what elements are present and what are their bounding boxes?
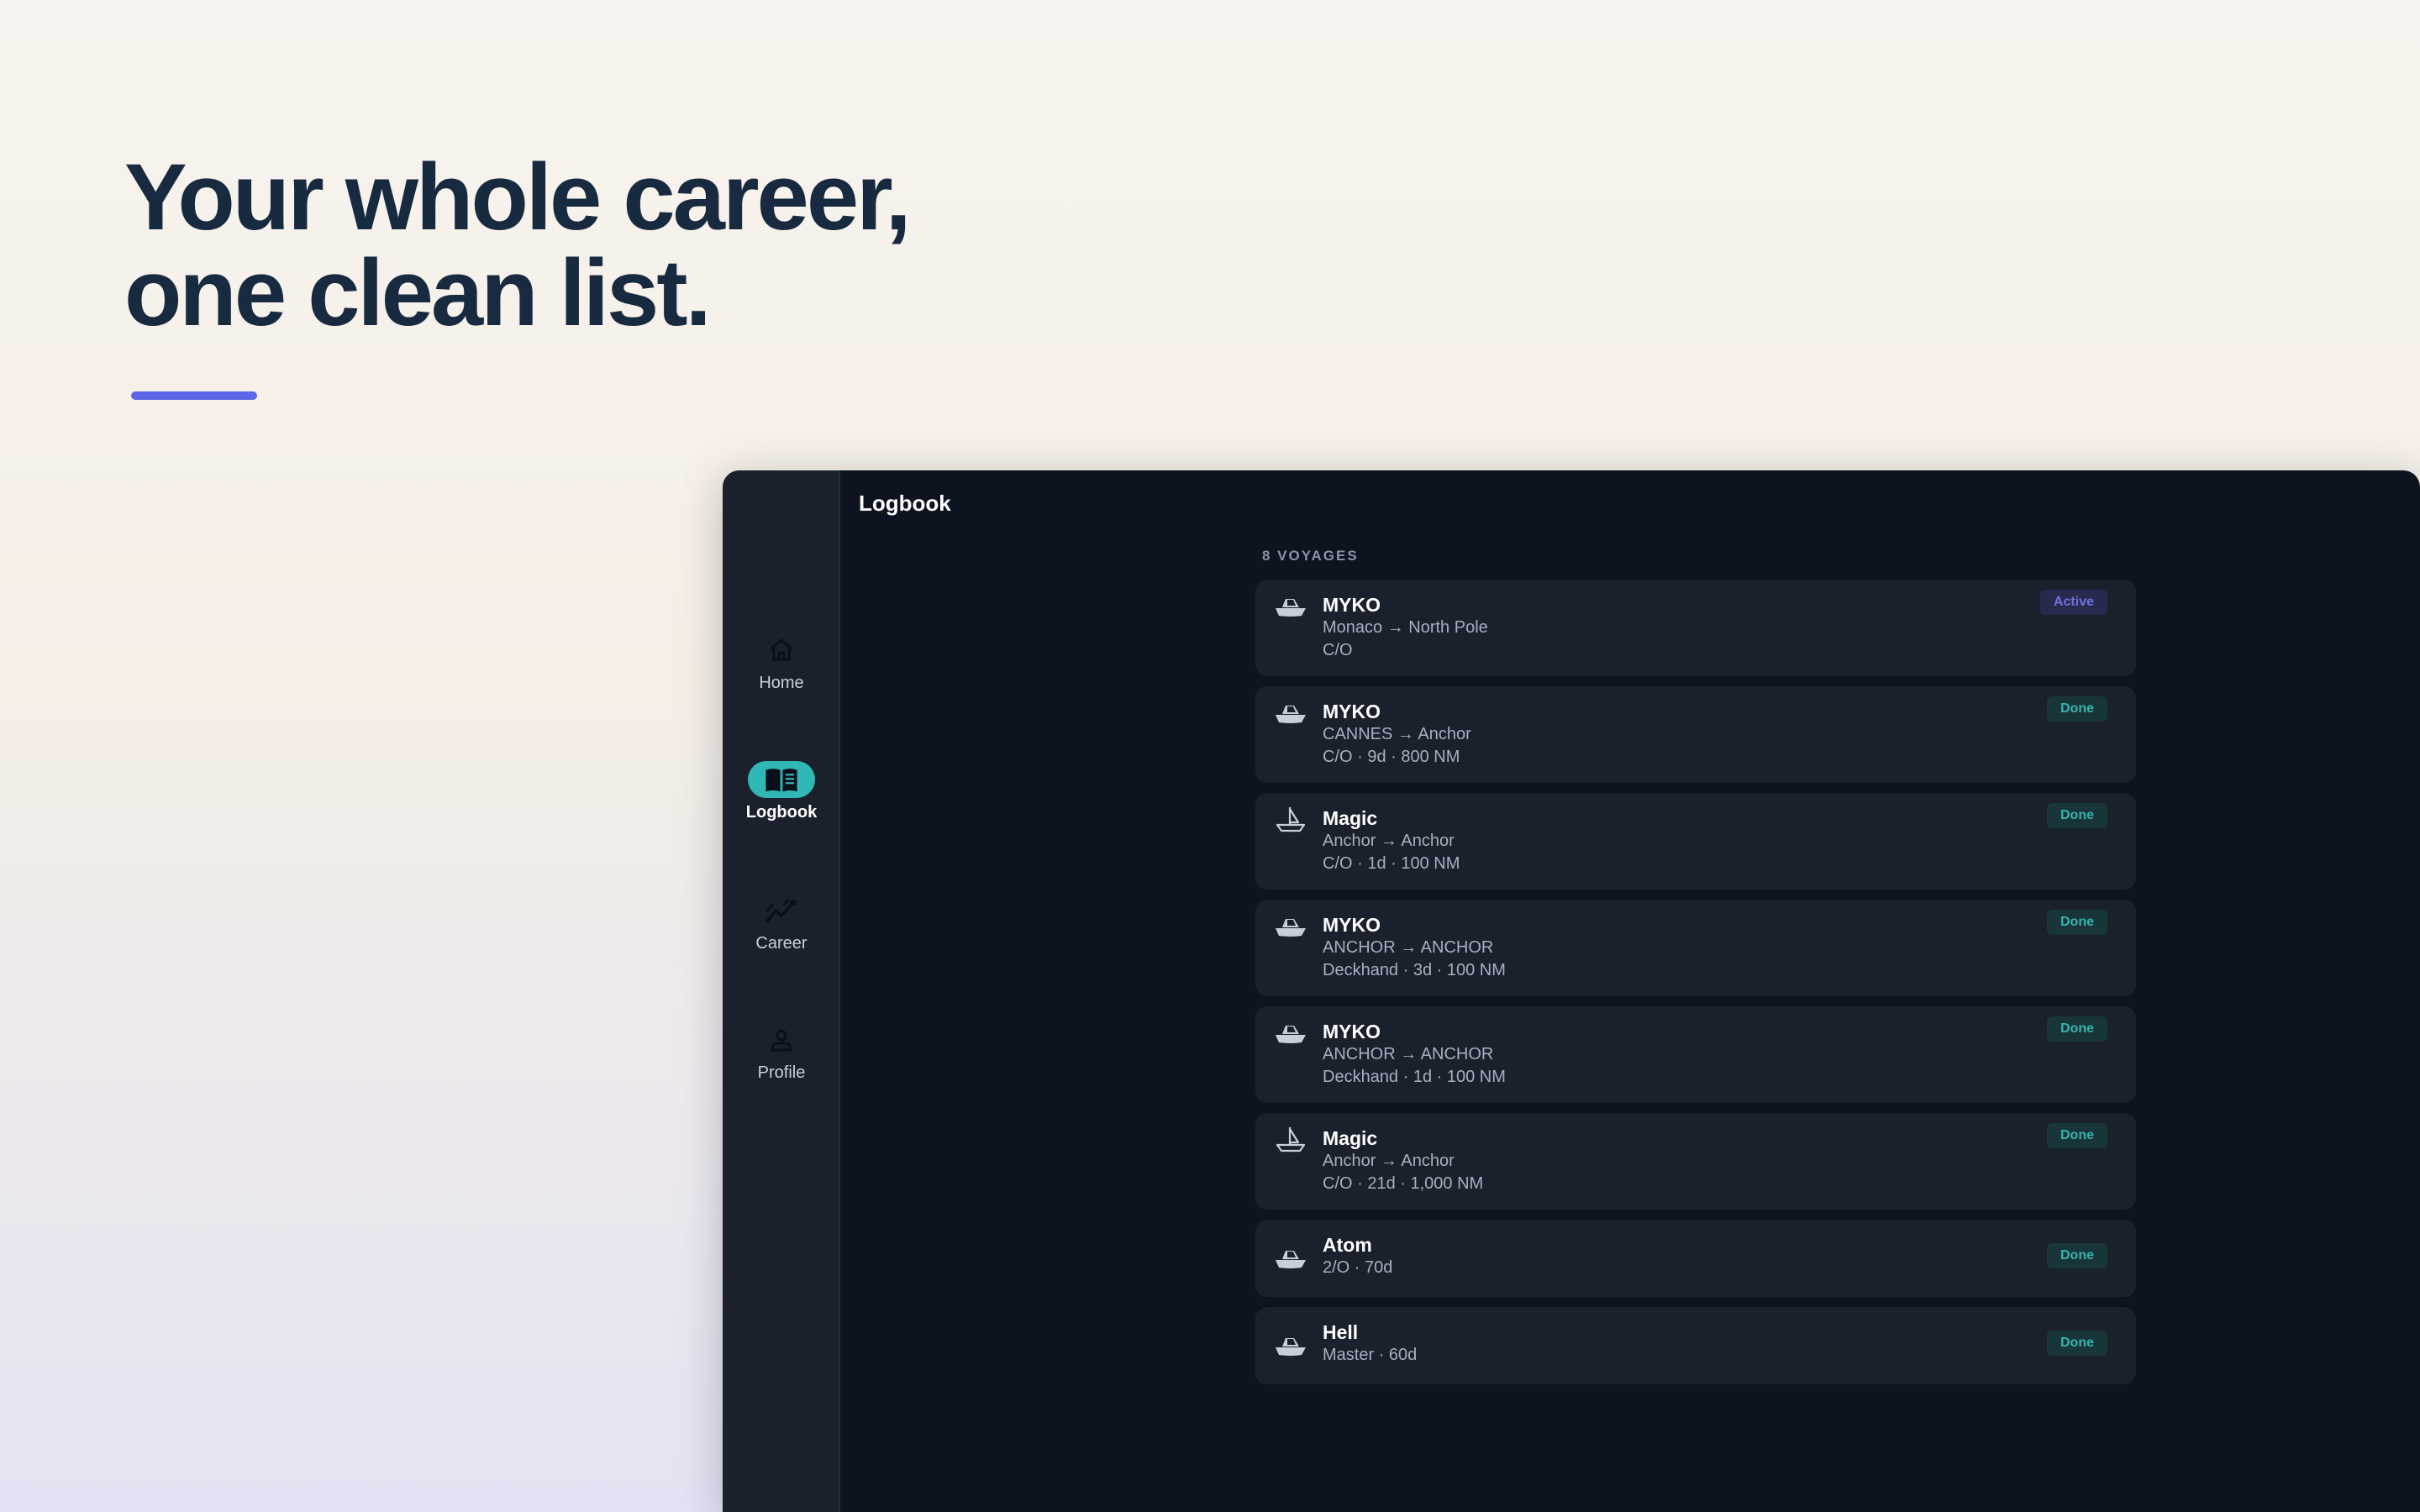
status-badge: Done [2047,910,2107,935]
hero-title-line-2: one clean list. [124,240,712,345]
hero-accent-underline [131,391,257,400]
voyage-vessel-name: MYKO [1323,594,1381,616]
voyage-vessel-name: MYKO [1323,914,1381,936]
nav-label-home: Home [759,674,804,692]
list-item[interactable]: Magic Anchor → Anchor C/O · 1d · 100 NM … [1255,793,2136,890]
voyage-details: 2/O · 70d [1323,1258,1393,1277]
list-item[interactable]: MYKO CANNES → Anchor C/O · 9d · 800 NM D… [1255,686,2136,783]
voyage-route: CANNES → Anchor [1323,725,1471,743]
voyage-route: Anchor → Anchor [1323,1152,1455,1170]
voyage-vessel-name: MYKO [1323,1021,1381,1042]
voyage-vessel-name: Magic [1323,1127,1378,1149]
status-badge: Done [2047,803,2107,828]
voyage-details: C/O [1323,641,1353,659]
motor-yacht-icon [1276,706,1306,723]
nav-label-profile: Profile [757,1063,806,1082]
chart-trend-icon [748,892,815,929]
list-item[interactable]: Hell Master · 60d Done [1255,1307,2136,1384]
voyage-vessel-name: Hell [1323,1321,1359,1343]
voyage-vessel-name: Atom [1323,1234,1372,1256]
sailboat-icon [1276,1127,1306,1152]
sidebar-nav: Home Logbook Career Profile [723,470,840,1512]
nav-item-career[interactable]: Career [723,892,840,953]
voyage-route: ANCHOR → ANCHOR [1323,1045,1494,1063]
hero-title: Your whole career, one clean list. [124,150,1049,341]
voyage-details: Deckhand · 3d · 100 NM [1323,961,1506,979]
voyage-route: Anchor → Anchor [1323,832,1455,850]
status-badge: Done [2047,1016,2107,1042]
status-badge: Active [2039,590,2107,615]
voyage-vessel-name: MYKO [1323,701,1381,722]
motor-yacht-icon [1276,1338,1306,1356]
nav-label-logbook: Logbook [745,803,818,822]
status-badge: Done [2047,696,2107,722]
list-item[interactable]: MYKO ANCHOR → ANCHOR Deckhand · 3d · 100… [1255,900,2136,996]
motor-yacht-icon [1276,599,1306,617]
hero-title-line-1: Your whole career, [124,144,912,249]
voyage-route: ANCHOR → ANCHOR [1323,938,1494,957]
list-item[interactable]: MYKO ANCHOR → ANCHOR Deckhand · 1d · 100… [1255,1006,2136,1103]
list-item[interactable]: Atom 2/O · 70d Done [1255,1220,2136,1297]
home-icon [748,632,815,669]
voyage-route: Monaco → North Pole [1323,618,1488,637]
motor-yacht-icon [1276,1026,1306,1043]
voyage-details: Deckhand · 1d · 100 NM [1323,1068,1506,1086]
sailboat-icon [1276,807,1306,832]
voyage-details: Master · 60d [1323,1346,1418,1364]
nav-item-home[interactable]: Home [723,632,840,693]
page-title: Logbook [859,491,951,516]
nav-item-logbook[interactable]: Logbook [723,761,840,822]
voyage-list: MYKO Monaco → North Pole C/O Active MYKO… [1255,580,2136,1394]
status-badge: Done [2047,1243,2107,1268]
status-badge: Done [2047,1123,2107,1148]
book-icon [748,761,815,798]
status-badge: Done [2047,1331,2107,1356]
app-window: Home Logbook Career Profile Logbook 8 VO… [723,470,2420,1512]
list-item[interactable]: MYKO Monaco → North Pole C/O Active [1255,580,2136,676]
motor-yacht-icon [1276,1251,1306,1268]
nav-item-profile[interactable]: Profile [723,1021,840,1083]
motor-yacht-icon [1276,919,1306,937]
voyage-vessel-name: Magic [1323,807,1378,829]
voyage-details: C/O · 1d · 100 NM [1323,854,1460,873]
list-item[interactable]: Magic Anchor → Anchor C/O · 21d · 1,000 … [1255,1113,2136,1210]
voyage-details: C/O · 21d · 1,000 NM [1323,1174,1484,1193]
voyage-count: 8 VOYAGES [1262,548,1359,564]
nav-label-career: Career [755,934,808,953]
person-icon [748,1021,815,1058]
voyage-details: C/O · 9d · 800 NM [1323,748,1460,766]
